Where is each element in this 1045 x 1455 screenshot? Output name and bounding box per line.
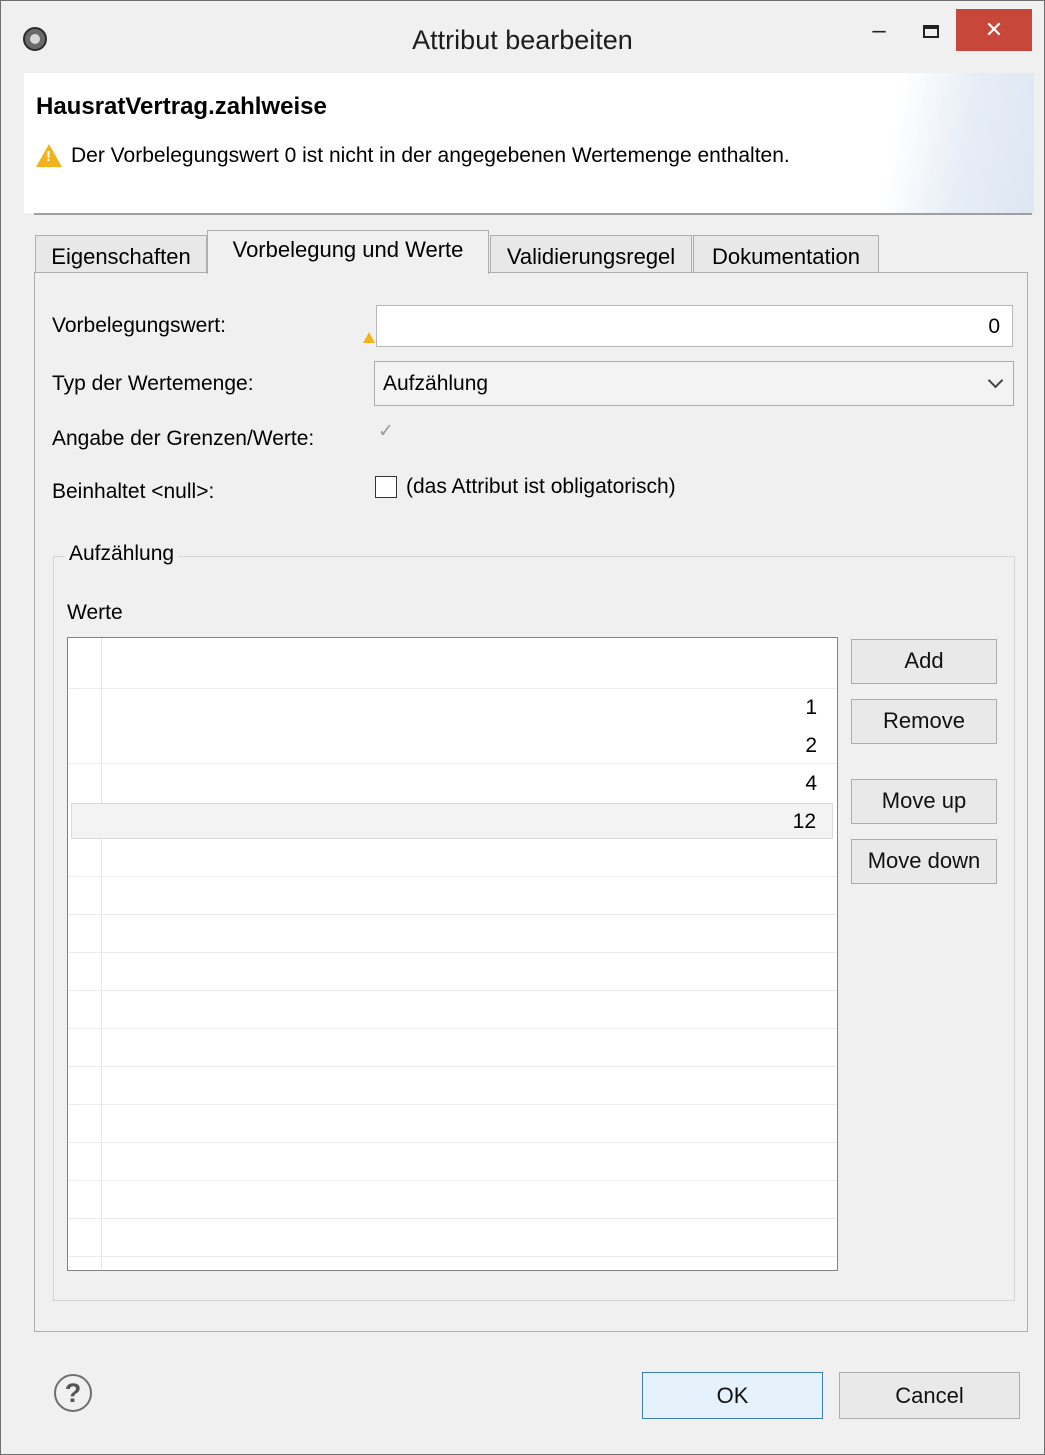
values-table[interactable]: 1 2 4 12 (67, 637, 838, 1271)
header-separator (34, 213, 1032, 215)
default-value-input[interactable]: 0 (376, 305, 1013, 347)
default-value-text: 0 (988, 315, 1000, 338)
move-down-button[interactable]: Move down (851, 839, 997, 884)
value-set-type-select[interactable]: Aufzählung (374, 361, 1014, 406)
value-set-type-value: Aufzählung (383, 372, 489, 395)
table-grid-line (68, 1028, 837, 1029)
limits-checkbox[interactable]: ✓ (375, 422, 397, 444)
table-cell-value: 1 (805, 696, 817, 719)
maximize-button[interactable] (909, 11, 953, 51)
warning-icon (36, 144, 62, 167)
table-grid-line (68, 1180, 837, 1181)
table-grid-line (68, 1142, 837, 1143)
table-cell-value: 2 (805, 734, 817, 757)
tab-validierungsregel[interactable]: Validierungsregel (490, 235, 692, 273)
close-button[interactable]: ✕ (956, 9, 1032, 51)
table-row[interactable]: 2 (71, 728, 833, 764)
table-grid-line (68, 914, 837, 915)
tab-vorbelegung-und-werte[interactable]: Vorbelegung und Werte (207, 230, 489, 274)
value-set-type-label: Typ der Wertemenge: (52, 372, 254, 395)
table-grid-line (68, 1104, 837, 1105)
table-grid-line (68, 1066, 837, 1067)
table-cell-value: 4 (805, 772, 817, 795)
title-bar: Attribut bearbeiten – ✕ (1, 1, 1044, 71)
table-grid-line (68, 990, 837, 991)
default-value-label: Vorbelegungswert: (52, 314, 226, 337)
move-up-button[interactable]: Move up (851, 779, 997, 824)
cancel-button[interactable]: Cancel (839, 1372, 1020, 1419)
header-title: HausratVertrag.zahlweise (36, 93, 327, 120)
values-label: Werte (67, 601, 123, 624)
minimize-button[interactable]: – (859, 11, 899, 51)
header-banner-graphic (864, 73, 1034, 213)
table-grid-line (68, 876, 837, 877)
limits-label: Angabe der Grenzen/Werte: (52, 427, 315, 450)
table-grid-line (68, 1256, 837, 1257)
table-header-line (68, 688, 837, 689)
tab-eigenschaften[interactable]: Eigenschaften (35, 235, 207, 273)
table-row-selected[interactable]: 12 (71, 803, 833, 839)
dialog-header: HausratVertrag.zahlweise Der Vorbelegung… (24, 73, 1034, 213)
dialog-window: Attribut bearbeiten – ✕ HausratVertrag.z… (0, 0, 1045, 1455)
add-button[interactable]: Add (851, 639, 997, 684)
table-grid-line (68, 1218, 837, 1219)
tab-dokumentation[interactable]: Dokumentation (693, 235, 879, 273)
table-grid-line (68, 952, 837, 953)
table-cell-value: 12 (792, 810, 816, 833)
ok-button[interactable]: OK (642, 1372, 823, 1419)
table-row[interactable]: 4 (71, 766, 833, 802)
table-row[interactable]: 1 (71, 690, 833, 726)
header-warning-message: Der Vorbelegungswert 0 ist nicht in der … (71, 144, 790, 167)
null-checkbox-text: (das Attribut ist obligatorisch) (406, 475, 676, 498)
null-checkbox[interactable] (375, 476, 397, 498)
maximize-icon (923, 24, 939, 38)
help-icon[interactable]: ? (54, 1374, 92, 1412)
null-label: Beinhaltet <null>: (52, 480, 215, 503)
field-warning-icon (363, 332, 375, 343)
chevron-down-icon (987, 372, 1004, 389)
enumeration-group-title: Aufzählung (65, 542, 179, 566)
remove-button[interactable]: Remove (851, 699, 997, 744)
